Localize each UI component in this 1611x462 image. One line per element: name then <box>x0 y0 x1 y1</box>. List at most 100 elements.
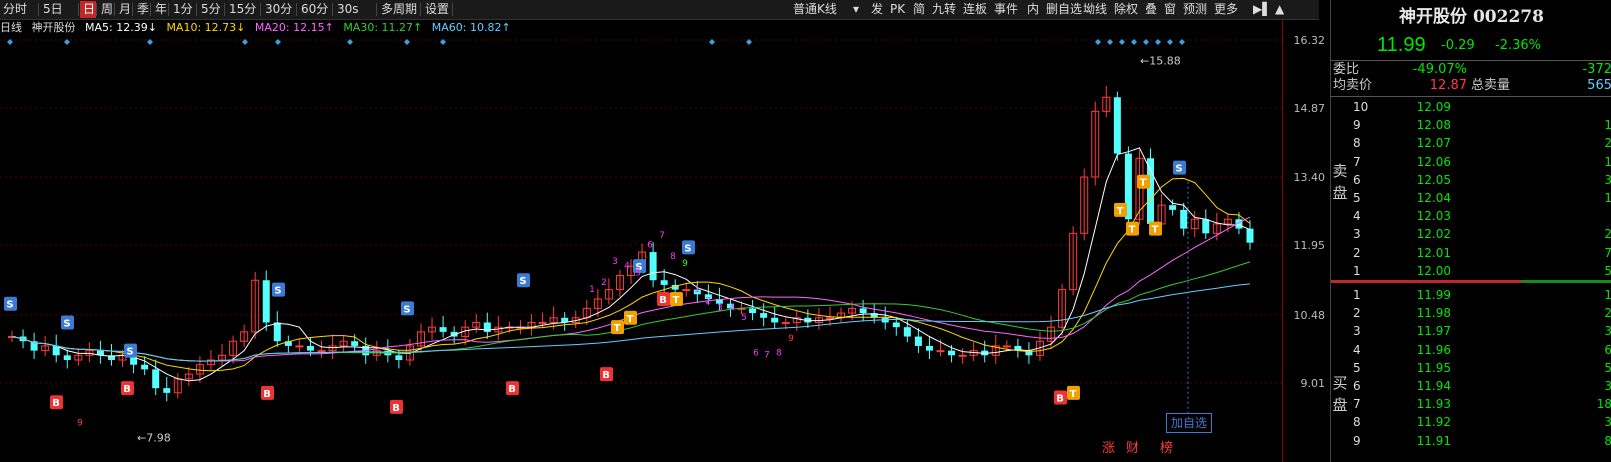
footer-label-zhang[interactable]: 涨 <box>1102 437 1115 456</box>
level-number: 9 <box>1353 433 1361 448</box>
axis-price-label: 13.40 <box>1293 171 1326 184</box>
tool-button-8[interactable]: 坳线 <box>1080 1 1108 18</box>
level-price: 12.08 <box>1416 118 1451 133</box>
signal-marker-label: B <box>392 403 400 414</box>
signal-marker-label: S <box>519 276 526 287</box>
weibi-diff: -372 <box>1582 62 1611 77</box>
panel-toggle-icon[interactable]: ▶▌ <box>1250 1 1274 18</box>
signal-marker-label: S <box>274 286 281 297</box>
level-price: 11.96 <box>1416 342 1451 357</box>
nine-turn-digit: 9 <box>682 259 688 269</box>
level-volume: 3 <box>1604 172 1611 187</box>
level-number: 3 <box>1353 227 1361 242</box>
period-tab-4[interactable]: 月 <box>116 1 132 18</box>
period-prefix: 日线 <box>0 21 22 34</box>
signal-marker-label: S <box>1175 164 1182 175</box>
level-price: 11.94 <box>1416 379 1451 393</box>
price-change-pct: -2.36% <box>1495 38 1541 53</box>
level-number: 1 <box>1353 263 1361 278</box>
nine-turn-digit: 2 <box>601 278 607 288</box>
sell-level-row: 10 12.09 <box>1331 98 1611 116</box>
period-tab-2[interactable]: 日 <box>80 1 96 18</box>
add-watchlist-button[interactable]: 加自选 <box>1166 413 1212 433</box>
event-diamond-icon <box>1179 39 1185 45</box>
candle-body <box>649 252 657 281</box>
axis-price-label: 10.48 <box>1293 309 1326 322</box>
sell-level-row: 8 12.07 2 <box>1331 134 1611 152</box>
tool-button-7[interactable]: 删自选 <box>1043 1 1082 18</box>
event-diamond-icon <box>1119 39 1125 45</box>
candle-body <box>1169 205 1177 210</box>
nine-turn-digit: 6 <box>753 348 759 358</box>
sell-level-row: 6 12.05 3 <box>1331 171 1611 189</box>
toolbar-separator <box>376 3 377 16</box>
level-price: 11.93 <box>1416 397 1451 412</box>
period-tab-13[interactable]: 多周期 <box>378 1 420 18</box>
buy-level-row: 6 11.94 3 <box>1331 377 1611 395</box>
tool-button-6[interactable]: 内 <box>1024 1 1040 18</box>
tool-button-9[interactable]: 除权 <box>1111 1 1139 18</box>
tool-button-5[interactable]: 事件 <box>991 1 1021 18</box>
nine-turn-digit: 2 <box>705 297 711 307</box>
period-tab-10[interactable]: 30分 <box>262 1 296 18</box>
event-diamond-icon <box>7 39 13 45</box>
high-price-label: ←15.88 <box>1140 55 1181 68</box>
level-number: 4 <box>1353 209 1361 224</box>
tool-button-10[interactable]: 叠 <box>1142 1 1158 18</box>
toolbar-separator <box>332 3 333 16</box>
level-number: 8 <box>1353 415 1361 430</box>
level-number: 8 <box>1353 136 1361 151</box>
signal-marker-label: T <box>614 323 621 334</box>
total-sell-value: 565 <box>1587 78 1611 93</box>
weibi-value: -49.07% <box>1412 62 1467 77</box>
tool-button-3[interactable]: 九转 <box>929 1 957 18</box>
candle-body <box>1246 228 1254 243</box>
tool-button-12[interactable]: 预测 <box>1180 1 1208 18</box>
signal-marker-label: B <box>123 384 131 395</box>
period-tab-9[interactable]: 15分 <box>226 1 260 18</box>
event-diamond-icon <box>242 39 248 45</box>
nine-turn-digit: 3 <box>612 257 618 267</box>
buy-level-row: 8 11.92 3 <box>1331 413 1611 431</box>
signal-marker-label: B <box>52 398 60 409</box>
tool-button-13[interactable]: 更多 <box>1211 1 1239 18</box>
buy-level-row: 7 11.93 18 <box>1331 395 1611 413</box>
nine-turn-digit: 7 <box>659 231 665 241</box>
period-tab-6[interactable]: 年 <box>152 1 168 18</box>
tool-button-0[interactable]: 发 <box>868 1 884 18</box>
candle-body <box>439 327 447 332</box>
event-diamond-icon <box>1107 39 1113 45</box>
collapse-arrow-icon[interactable]: ▲ <box>1272 1 1287 18</box>
signal-marker-label: S <box>403 304 410 315</box>
event-diamond-icon <box>64 39 70 45</box>
period-tab-1[interactable]: 5日 <box>40 1 78 18</box>
period-tab-3[interactable]: 周 <box>98 1 114 18</box>
period-tab-14[interactable]: 设置 <box>422 1 452 18</box>
kline-chart[interactable]: ←15.88←7.98SSSSSSSSSBB BBBBBBTTTTTTTT123 4… <box>0 36 1282 462</box>
total-sell-label: 总卖量 <box>1471 78 1511 93</box>
sell-level-row: 7 12.06 1 <box>1331 153 1611 171</box>
level-number: 1 <box>1353 288 1361 302</box>
level-price: 12.06 <box>1416 154 1451 169</box>
last-price: 11.99 <box>1377 34 1426 56</box>
period-tab-8[interactable]: 5分 <box>198 1 224 18</box>
tool-button-4[interactable]: 连板 <box>960 1 988 18</box>
level-price: 11.91 <box>1416 433 1451 448</box>
period-tab-5[interactable]: 季 <box>134 1 150 18</box>
tool-button-2[interactable]: 简 <box>910 1 926 18</box>
tool-button-11[interactable]: 窗 <box>1161 1 1177 18</box>
footer-label-bang[interactable]: 榜 <box>1160 437 1173 456</box>
avg-sell-value: 12.87 <box>1429 78 1467 93</box>
candle-body <box>903 327 911 337</box>
period-tab-0[interactable]: 分时 <box>0 1 38 18</box>
period-tab-7[interactable]: 1分 <box>170 1 196 18</box>
signal-marker-label: T <box>627 314 634 325</box>
footer-label-cai[interactable]: 财 <box>1126 437 1139 456</box>
period-tab-12[interactable]: 30s <box>334 1 376 18</box>
period-toolbar: 分时 5日日周月季年 1分 5分 15分 30分 60分 30s 多周期 设置 普通K线 ▾ 发 PK 简九… <box>0 0 1319 20</box>
chevron-down-icon[interactable]: ▾ <box>850 1 862 18</box>
period-tab-11[interactable]: 60分 <box>298 1 332 18</box>
tool-button-1[interactable]: PK <box>887 1 907 18</box>
signal-marker-label: B <box>659 295 667 306</box>
stock-title: 神开股份 002278 <box>1399 7 1544 27</box>
